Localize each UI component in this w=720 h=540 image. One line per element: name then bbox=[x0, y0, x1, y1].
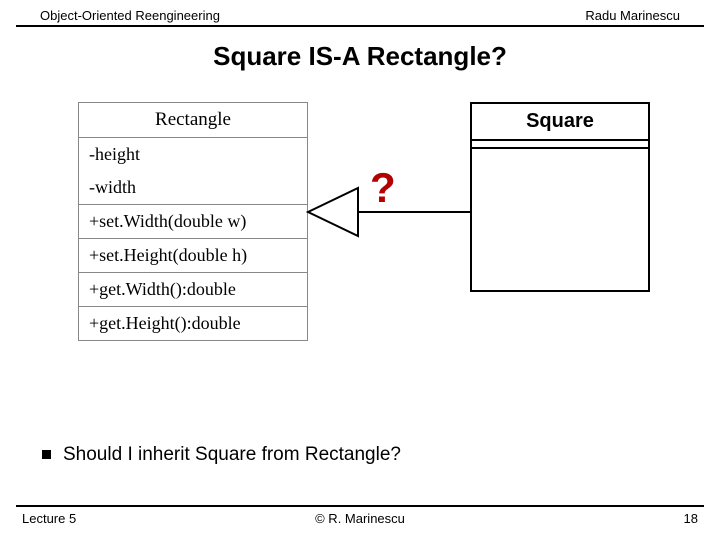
header-right: Radu Marinescu bbox=[585, 8, 680, 23]
footer-center: © R. Marinescu bbox=[16, 511, 704, 526]
footer-page-number: 18 bbox=[684, 511, 698, 526]
question-mark-icon: ? bbox=[370, 164, 396, 212]
uml-class-name: Square bbox=[472, 104, 648, 141]
uml-method: +set.Height(double h) bbox=[79, 239, 308, 273]
content-area: Rectangle -height -width +set.Width(doub… bbox=[0, 102, 720, 402]
bullet-line: Should I inherit Square from Rectangle? bbox=[42, 444, 401, 466]
uml-attribute: -height bbox=[79, 138, 308, 172]
slide-header: Object-Oriented Reengineering Radu Marin… bbox=[16, 0, 704, 27]
slide-footer: Lecture 5 © R. Marinescu 18 bbox=[16, 505, 704, 526]
uml-method: +set.Width(double w) bbox=[79, 205, 308, 239]
header-left: Object-Oriented Reengineering bbox=[40, 8, 220, 23]
uml-attribute: -width bbox=[79, 171, 308, 205]
uml-class-square: Square bbox=[470, 102, 650, 292]
bullet-text: Should I inherit Square from Rectangle? bbox=[63, 444, 401, 465]
bullet-icon bbox=[42, 450, 51, 459]
uml-method: +get.Width():double bbox=[79, 273, 308, 307]
uml-class-rectangle: Rectangle -height -width +set.Width(doub… bbox=[78, 102, 308, 341]
uml-separator bbox=[472, 141, 648, 149]
uml-class-name: Rectangle bbox=[79, 103, 308, 138]
footer-left: Lecture 5 bbox=[22, 511, 76, 526]
slide-title: Square IS-A Rectangle? bbox=[0, 41, 720, 72]
uml-method: +get.Height():double bbox=[79, 307, 308, 341]
